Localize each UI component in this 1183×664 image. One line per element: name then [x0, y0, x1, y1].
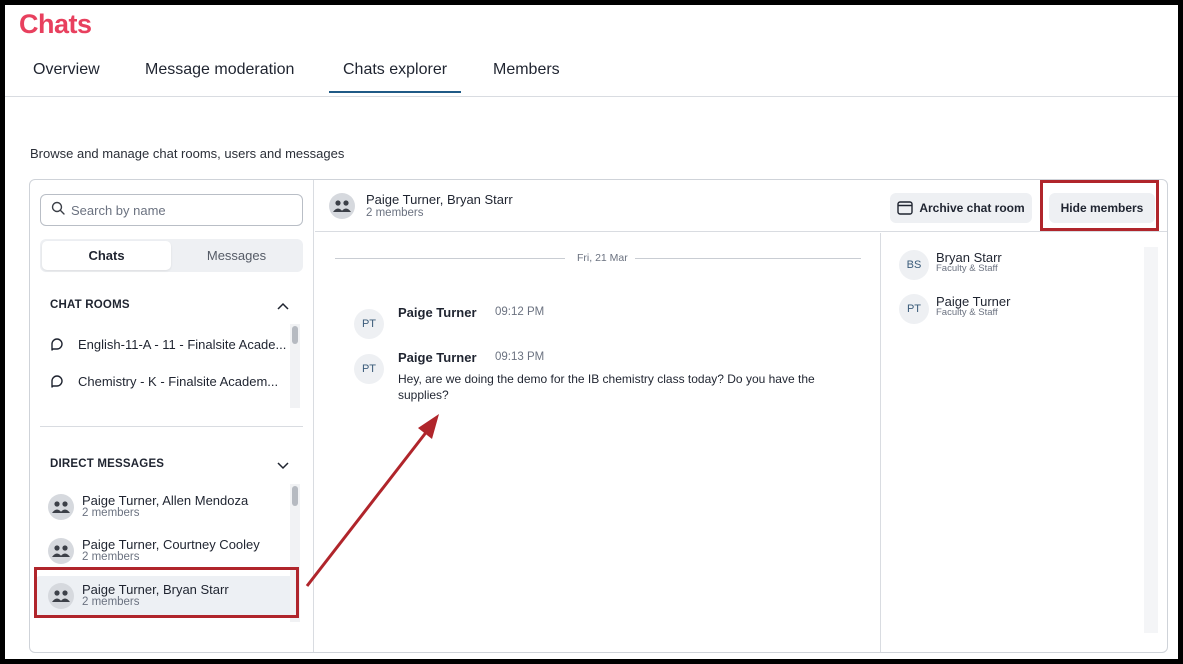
- chats-explorer-panel: Chats Messages CHAT ROOMS English-11-A -…: [29, 179, 1168, 653]
- chat-list-sidebar: Chats Messages CHAT ROOMS English-11-A -…: [30, 180, 314, 652]
- date-separator-line: [335, 258, 565, 259]
- chevron-up-icon[interactable]: [276, 299, 290, 313]
- archive-chat-room-button[interactable]: Archive chat room: [890, 193, 1032, 223]
- chevron-down-icon[interactable]: [276, 458, 290, 472]
- search-box: [40, 194, 303, 226]
- chat-rooms-heading: CHAT ROOMS: [50, 299, 130, 311]
- tab-message-moderation[interactable]: Message moderation: [145, 61, 294, 79]
- avatar: BS: [899, 250, 929, 280]
- group-avatar-icon: [48, 538, 74, 564]
- archive-chat-room-label: Archive chat room: [919, 201, 1025, 215]
- page-title: Chats: [19, 9, 92, 39]
- segment-chats[interactable]: Chats: [42, 241, 171, 270]
- message-author: Paige Turner: [398, 305, 477, 320]
- date-separator-line: [635, 258, 861, 259]
- chats-messages-toggle: Chats Messages: [40, 239, 303, 272]
- tab-members[interactable]: Members: [493, 61, 560, 79]
- dm-member-count: 2 members: [82, 596, 140, 608]
- dm-name: Paige Turner, Courtney Cooley: [82, 537, 260, 552]
- dm-member-count: 2 members: [82, 507, 140, 519]
- archive-icon: [897, 201, 914, 215]
- chat-room-item[interactable]: English-11-A - 11 - Finalsite Acade...: [48, 332, 286, 356]
- group-avatar-icon: [329, 193, 355, 219]
- message-author: Paige Turner: [398, 350, 477, 365]
- chat-title: Paige Turner, Bryan Starr: [366, 192, 513, 207]
- hide-members-button[interactable]: Hide members: [1049, 193, 1155, 223]
- direct-message-item-selected[interactable]: Paige Turner, Bryan Starr 2 members: [36, 576, 294, 616]
- message-thread: Fri, 21 Mar PT Paige Turner 09:12 PM PT …: [315, 233, 881, 652]
- message: PT Paige Turner 09:12 PM: [354, 305, 834, 345]
- avatar: PT: [899, 294, 929, 324]
- dm-name: Paige Turner, Allen Mendoza: [82, 493, 249, 508]
- group-avatar-icon: [48, 494, 74, 520]
- message-text: Hey, are we doing the demo for the IB ch…: [398, 372, 815, 402]
- tab-bar: Overview Message moderation Chats explor…: [5, 57, 1178, 97]
- message-time: 09:13 PM: [495, 351, 545, 363]
- direct-messages-heading: DIRECT MESSAGES: [50, 458, 165, 470]
- section-divider: [40, 426, 303, 427]
- chat-member-count: 2 members: [366, 207, 424, 219]
- dm-member-count: 2 members: [82, 551, 140, 563]
- direct-message-item[interactable]: Paige Turner, Allen Mendoza 2 members: [36, 487, 294, 527]
- app-frame: Chats Overview Message moderation Chats …: [5, 5, 1178, 659]
- chat-header: Paige Turner, Bryan Starr 2 members Arch…: [315, 180, 1167, 232]
- direct-message-item[interactable]: Paige Turner, Courtney Cooley 2 members: [36, 531, 294, 571]
- page-subtitle: Browse and manage chat rooms, users and …: [30, 146, 345, 161]
- date-separator: Fri, 21 Mar: [577, 252, 628, 264]
- avatar: PT: [354, 309, 384, 339]
- member-role: Faculty & Staff: [936, 263, 998, 274]
- chat-room-label: English-11-A - 11 - Finalsite Acade...: [78, 336, 287, 352]
- search-icon: [51, 201, 65, 220]
- search-input[interactable]: [71, 202, 291, 218]
- members-panel: BS Bryan Starr Faculty & Staff PT Paige …: [882, 233, 1167, 652]
- dm-name: Paige Turner, Bryan Starr: [82, 582, 229, 597]
- member-role: Faculty & Staff: [936, 307, 998, 318]
- tab-chats-explorer[interactable]: Chats explorer: [328, 61, 462, 93]
- chat-room-label: Chemistry - K - Finalsite Academ...: [78, 373, 279, 389]
- message: PT Paige Turner 09:13 PM Hey, are we doi…: [354, 350, 834, 410]
- chat-room-icon: [51, 338, 63, 351]
- group-avatar-icon: [48, 583, 74, 609]
- chat-room-icon: [51, 375, 63, 388]
- direct-messages-scroll-thumb[interactable]: [292, 486, 298, 506]
- chat-rooms-scroll-thumb[interactable]: [292, 326, 298, 344]
- message-time: 09:12 PM: [495, 306, 545, 318]
- members-scrollbar[interactable]: [1144, 247, 1158, 633]
- tab-overview[interactable]: Overview: [33, 61, 100, 79]
- chat-room-item[interactable]: Chemistry - K - Finalsite Academ...: [48, 369, 278, 393]
- avatar: PT: [354, 354, 384, 384]
- segment-messages[interactable]: Messages: [172, 241, 301, 270]
